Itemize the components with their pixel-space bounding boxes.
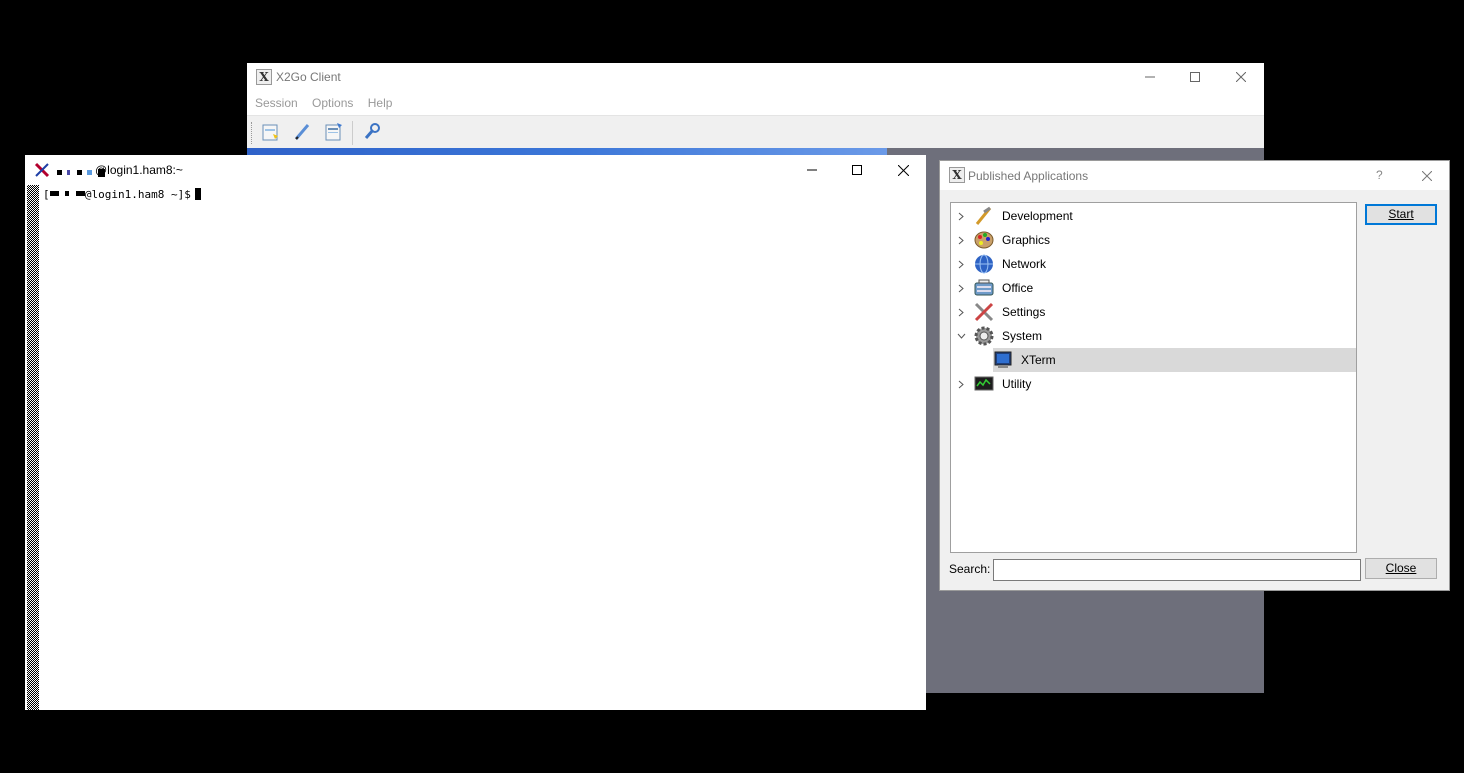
xterm-minimize-button[interactable]	[789, 156, 835, 184]
pubapps-close-x-button[interactable]	[1421, 170, 1433, 184]
xterm-x-logo-icon	[34, 162, 50, 178]
preferences-wrench-icon	[364, 123, 380, 139]
tree-item-label: Settings	[1002, 305, 1046, 319]
search-label: Search:	[949, 562, 991, 576]
tree-item-xterm[interactable]: XTerm	[993, 348, 1356, 372]
tree-item-label: Development	[1002, 209, 1073, 223]
menu-session[interactable]: Session	[255, 96, 298, 110]
redacted-user	[75, 191, 85, 196]
x2go-logo-icon: X	[949, 167, 965, 183]
application-tree[interactable]: Development Graphics Network Office Sett…	[950, 202, 1357, 553]
xterm-window: @login1.ham8:~ [ @login1.ham8 ~]$	[25, 155, 926, 710]
published-applications-dialog: X Published Applications ? Development G…	[939, 160, 1450, 591]
close-button[interactable]: Close	[1365, 558, 1437, 579]
chevron-right-icon[interactable]	[956, 235, 966, 245]
tree-item-label: System	[1002, 329, 1043, 343]
help-button[interactable]: ?	[1376, 168, 1383, 182]
menu-options[interactable]: Options	[312, 96, 353, 110]
tree-item-system[interactable]: System	[951, 324, 1356, 348]
maximize-button[interactable]	[1172, 63, 1218, 91]
system-gear-icon	[974, 326, 994, 346]
new-session-button[interactable]	[258, 119, 284, 145]
x2go-logo-icon: X	[256, 69, 272, 85]
xterm-terminal-icon	[993, 350, 1013, 370]
tree-item-graphics[interactable]: Graphics	[951, 228, 1356, 252]
network-globe-icon	[974, 254, 994, 274]
x2go-menubar: Session Options Help	[247, 91, 1264, 115]
chevron-right-icon[interactable]	[956, 379, 966, 389]
utility-monitor-icon	[974, 374, 994, 394]
tree-item-network[interactable]: Network	[951, 252, 1356, 276]
session-export-button[interactable]	[321, 119, 347, 145]
start-button[interactable]: Start	[1365, 204, 1437, 225]
tree-item-utility[interactable]: Utility	[951, 372, 1356, 396]
close-icon	[1421, 170, 1433, 182]
minimize-icon	[1145, 76, 1155, 78]
tree-item-office[interactable]: Office	[951, 276, 1356, 300]
chevron-right-icon[interactable]	[956, 211, 966, 221]
chevron-right-icon[interactable]	[956, 307, 966, 317]
xterm-scrollbar[interactable]	[27, 185, 39, 710]
tree-item-settings[interactable]: Settings	[951, 300, 1356, 324]
preferences-button[interactable]	[358, 119, 384, 145]
office-typewriter-icon	[974, 278, 994, 298]
x2go-window-title: X2Go Client	[276, 70, 341, 84]
prompt-bracket: [	[43, 188, 50, 201]
tree-item-label: Network	[1002, 257, 1047, 271]
pubapps-title: Published Applications	[968, 169, 1089, 183]
tree-item-label: Utility	[1002, 377, 1032, 391]
close-button[interactable]	[1218, 63, 1264, 91]
tree-item-development[interactable]: Development	[951, 204, 1356, 228]
session-export-icon	[325, 123, 342, 141]
minimize-button[interactable]	[1127, 63, 1173, 91]
maximize-icon	[1190, 72, 1200, 82]
chevron-right-icon[interactable]	[956, 283, 966, 293]
edit-session-button[interactable]	[289, 119, 315, 145]
xterm-window-title: @login1.ham8:~	[95, 163, 183, 177]
xterm-close-button[interactable]	[880, 156, 926, 184]
xterm-maximize-button[interactable]	[834, 156, 880, 184]
search-input[interactable]	[993, 559, 1361, 581]
toolbar-grip[interactable]	[251, 122, 254, 144]
xterm-titlebar[interactable]: @login1.ham8:~	[25, 155, 926, 185]
start-button-label: Start	[1388, 207, 1414, 221]
development-tools-icon	[974, 206, 994, 226]
x2go-banner-strip	[247, 148, 887, 155]
minimize-icon	[807, 169, 817, 171]
redacted-user	[65, 191, 70, 196]
menu-help[interactable]: Help	[368, 96, 393, 110]
x2go-titlebar[interactable]: X X2Go Client	[247, 63, 1264, 91]
chevron-down-icon[interactable]	[956, 331, 966, 341]
text-cursor	[194, 188, 201, 200]
chevron-right-icon[interactable]	[956, 259, 966, 269]
tree-item-label: XTerm	[1021, 353, 1056, 367]
close-icon	[1236, 72, 1246, 82]
redacted-user	[49, 191, 59, 196]
edit-session-icon	[294, 124, 310, 140]
new-session-icon	[262, 124, 278, 141]
tree-item-label: Graphics	[1002, 233, 1051, 247]
prompt-host: @login1.ham8 ~]$	[84, 188, 191, 201]
close-button-label: Close	[1385, 561, 1417, 575]
x2go-toolbar	[247, 115, 1264, 149]
settings-tools-icon	[974, 302, 994, 322]
shell-prompt: [ @login1.ham8 ~]$	[43, 188, 201, 201]
pubapps-titlebar[interactable]: X Published Applications ?	[940, 161, 1449, 190]
graphics-palette-icon	[974, 230, 994, 250]
toolbar-separator	[352, 121, 353, 145]
maximize-icon	[852, 165, 862, 175]
close-icon	[897, 164, 909, 176]
tree-item-label: Office	[1002, 281, 1034, 295]
terminal-output[interactable]: [ @login1.ham8 ~]$	[39, 185, 926, 710]
